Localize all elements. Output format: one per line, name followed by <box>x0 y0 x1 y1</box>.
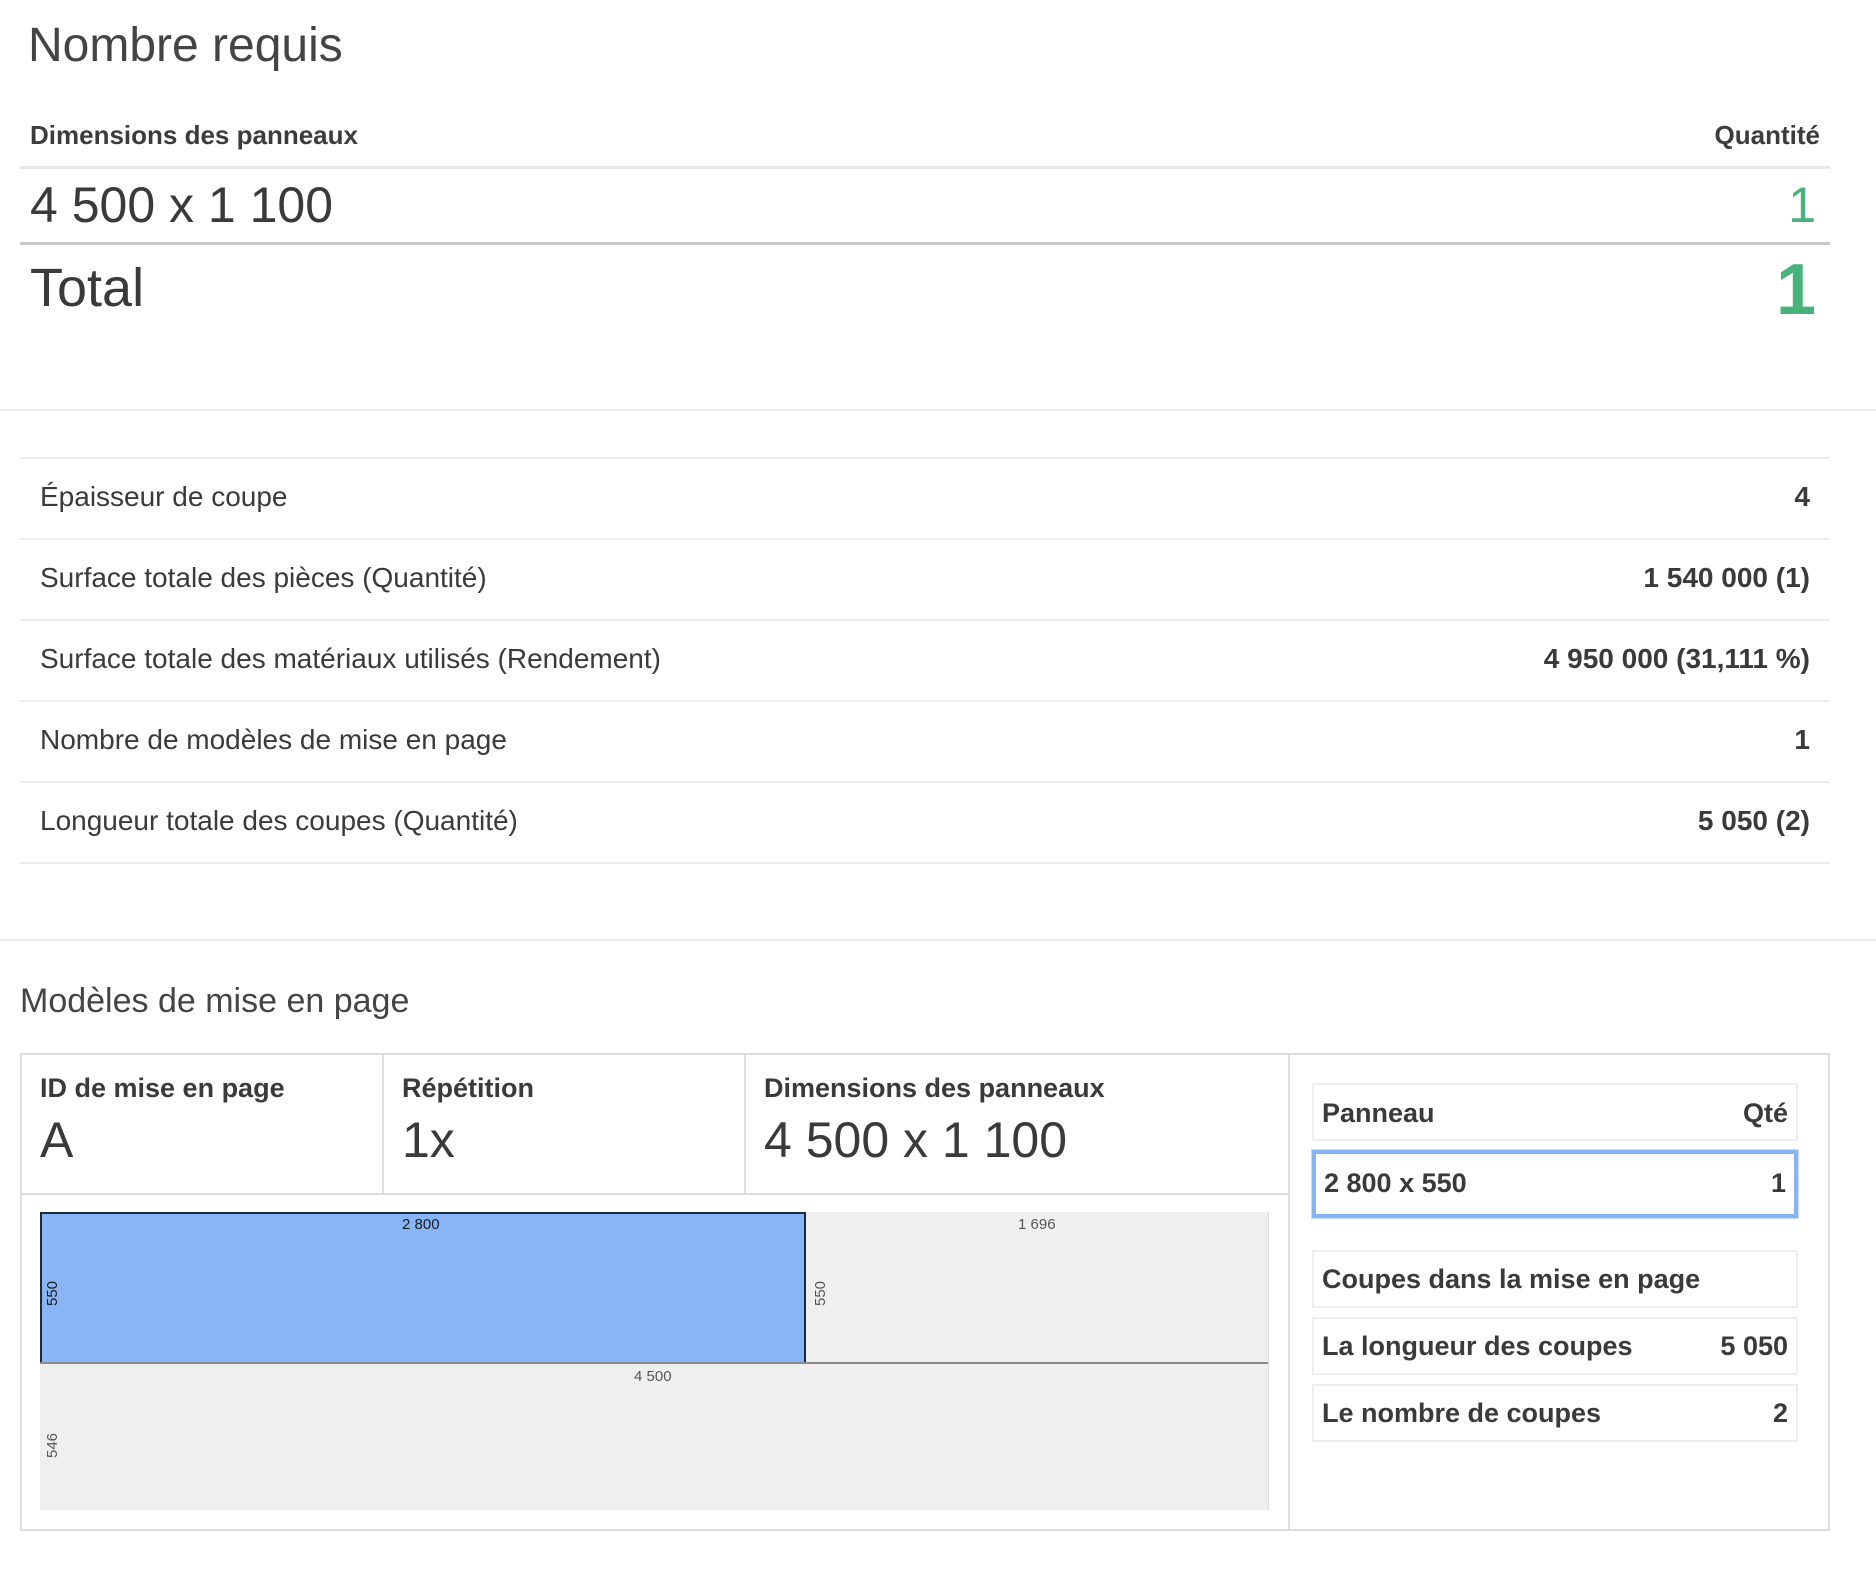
panel-size: 2 800 x 550 <box>1324 1168 1467 1198</box>
offcut-width-label: 1 696 <box>1018 1216 1056 1233</box>
layout-dimensions-value: 4 500 x 1 100 <box>764 1112 1068 1168</box>
cutting-diagram: 2 800 550 1 696 550 4 500 546 <box>40 1212 1269 1510</box>
panel-qty: 1 <box>1770 1168 1786 1198</box>
quantity-column-header: Quantité <box>1714 120 1820 150</box>
layouts-title: Modèles de mise en page <box>20 982 410 1020</box>
required-table-header: Dimensions des panneaux Quantité <box>20 110 1830 169</box>
layout-card: ID de mise en page A Répétition 1x Dimen… <box>20 1053 1830 1531</box>
cut-length-label: La longueur des coupes <box>1322 1331 1633 1361</box>
cut-count-row: Le nombre de coupes 2 <box>1312 1384 1798 1442</box>
stat-cut-thickness: Épaisseur de coupe 4 <box>20 459 1830 540</box>
section-divider <box>0 939 1876 941</box>
total-value: 1 <box>1775 250 1816 330</box>
offcut-height-label: 550 <box>812 1280 829 1306</box>
cuts-title: Coupes dans la mise en page <box>1322 1264 1701 1294</box>
total-label: Total <box>30 258 145 318</box>
piece-width-label: 2 800 <box>402 1216 440 1233</box>
required-title: Nombre requis <box>28 19 343 72</box>
layout-info: ID de mise en page A Répétition 1x Dimen… <box>22 1055 1288 1195</box>
statistics-list: Épaisseur de coupe 4 Surface totale des … <box>20 457 1830 864</box>
stat-value: 5 050 (2) <box>1697 805 1810 836</box>
stat-label: Nombre de modèles de mise en page <box>40 724 507 755</box>
panel-width-label: 4 500 <box>634 1368 672 1385</box>
cuts-section-header: Coupes dans la mise en page <box>1312 1250 1798 1308</box>
panel-list-item[interactable]: 2 800 x 550 1 <box>1312 1150 1798 1218</box>
cut-length-row: La longueur des coupes 5 050 <box>1312 1317 1798 1375</box>
stat-value: 4 950 000 (31,111 %) <box>1543 643 1810 674</box>
required-table-row: 4 500 x 1 100 1 <box>20 166 1830 245</box>
stat-value: 4 <box>1794 481 1810 512</box>
placed-piece[interactable] <box>40 1212 806 1364</box>
qty-header-label: Qté <box>1742 1098 1788 1128</box>
piece-height-label: 550 <box>44 1280 61 1306</box>
stat-label: Épaisseur de coupe <box>40 481 288 512</box>
layout-id-label: ID de mise en page <box>40 1073 285 1103</box>
panel-list-header: Panneau Qté <box>1312 1083 1798 1141</box>
required-total-row: Total 1 <box>20 245 1830 335</box>
stat-total-material-area: Surface totale des matériaux utilisés (R… <box>20 621 1830 702</box>
side-divider <box>1288 1055 1290 1529</box>
layout-dimensions-label: Dimensions des panneaux <box>764 1073 1105 1103</box>
stat-label: Surface totale des matériaux utilisés (R… <box>40 643 661 674</box>
cut-length-value: 5 050 <box>1720 1331 1788 1361</box>
layout-repeat-cell: Répétition 1x <box>384 1055 746 1193</box>
stat-total-parts-area: Surface totale des pièces (Quantité) 1 5… <box>20 540 1830 621</box>
stat-value: 1 540 000 (1) <box>1643 562 1810 593</box>
layout-repeat-value: 1x <box>402 1112 455 1168</box>
layout-dimensions-cell: Dimensions des panneaux 4 500 x 1 100 <box>746 1055 1288 1193</box>
panel-dimensions: 4 500 x 1 100 <box>30 177 334 233</box>
layout-id-cell: ID de mise en page A <box>22 1055 384 1193</box>
panel-quantity: 1 <box>1788 177 1816 233</box>
bottom-offcut-height-label: 546 <box>44 1432 61 1458</box>
layout-id-value: A <box>40 1112 74 1168</box>
stat-label: Surface totale des pièces (Quantité) <box>40 562 487 593</box>
layout-repeat-label: Répétition <box>402 1073 534 1103</box>
stat-layout-count: Nombre de modèles de mise en page 1 <box>20 702 1830 783</box>
dimensions-column-header: Dimensions des panneaux <box>30 120 358 150</box>
horizontal-cut-line <box>40 1362 1268 1364</box>
stat-label: Longueur totale des coupes (Quantité) <box>40 805 518 836</box>
stat-value: 1 <box>1794 724 1810 755</box>
section-divider <box>0 409 1876 411</box>
panel-header-label: Panneau <box>1322 1098 1435 1128</box>
stat-total-cut-length: Longueur totale des coupes (Quantité) 5 … <box>20 783 1830 864</box>
cut-count-value: 2 <box>1772 1398 1788 1428</box>
cut-count-label: Le nombre de coupes <box>1322 1398 1602 1428</box>
